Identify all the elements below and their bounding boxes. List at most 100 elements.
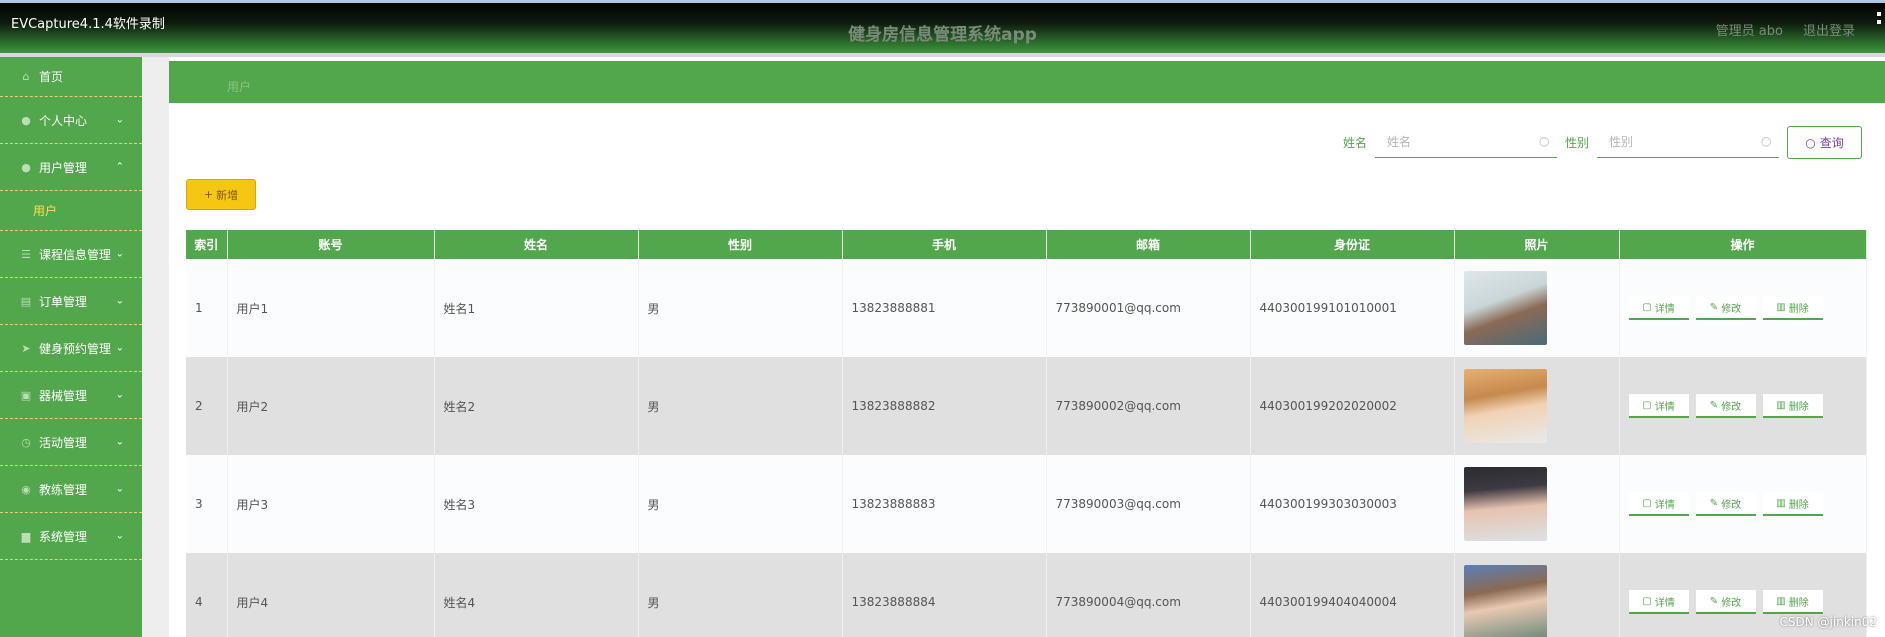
delete-button[interactable]: ▥ 删除 (1762, 590, 1823, 614)
sidebar-item-personal[interactable]: ● 个人中心 ⌄ (0, 97, 142, 144)
home-icon: ⌂ (22, 70, 30, 83)
sidebar-subitem-user[interactable]: 用户 (0, 191, 142, 231)
edit-button[interactable]: ✎ 修改 (1695, 394, 1756, 418)
user-photo (1463, 369, 1547, 443)
delete-button[interactable]: ▥ 删除 (1762, 394, 1823, 418)
trash-icon: ▥ (1776, 301, 1786, 313)
delete-button[interactable]: ▥ 删除 (1762, 296, 1823, 320)
cell-phone: 13823888881 (842, 259, 1047, 357)
cell-ops: ▢ 详情 ✎ 修改 ▥ 删除 (1619, 357, 1867, 455)
delete-button-label: 删除 (1788, 597, 1809, 609)
plus-icon: + (203, 188, 214, 201)
delete-button-label: 删除 (1788, 303, 1809, 315)
more-icon[interactable] (1877, 12, 1881, 24)
edit-button[interactable]: ✎ 修改 (1695, 296, 1756, 320)
sidebar-item-user-management[interactable]: ● 用户管理 ⌃ (0, 144, 142, 191)
list-icon: ☰ (21, 247, 31, 261)
cell-idcard: 440300199101010001 (1250, 259, 1455, 357)
detail-button-label: 详情 (1654, 597, 1675, 609)
detail-button[interactable]: ▢ 详情 (1628, 394, 1689, 418)
detail-button[interactable]: ▢ 详情 (1628, 296, 1689, 320)
sidebar-item-booking[interactable]: ➤ 健身预约管理 ⌄ (0, 325, 142, 372)
edit-button[interactable]: ✎ 修改 (1695, 590, 1756, 614)
column-header[interactable]: 性别 (638, 230, 843, 259)
query-button[interactable]: ○ 查询 (1787, 126, 1862, 159)
chevron-down-icon: ⌄ (115, 483, 124, 495)
detail-button-label: 详情 (1654, 499, 1675, 511)
detail-icon: ▢ (1642, 399, 1652, 411)
cell-name: 姓名3 (434, 455, 639, 553)
app-title: 健身房信息管理系统app (848, 25, 1037, 45)
column-header[interactable]: 姓名 (434, 230, 639, 259)
logout-link[interactable]: 退出登录 (1803, 20, 1855, 39)
cell-gender: 男 (638, 259, 843, 357)
gender-search-input[interactable] (1597, 126, 1779, 158)
detail-button-label: 详情 (1654, 401, 1675, 413)
cell-index: 3 (186, 455, 228, 553)
cell-index: 1 (186, 259, 228, 357)
detail-button-label: 详情 (1654, 303, 1675, 315)
user-table: 索引 账号 姓名 性别 手机 邮箱 身份证 照片 操作 1 用户1 姓名1 男 … (186, 230, 1867, 637)
cell-phone: 13823888882 (842, 357, 1047, 455)
column-header[interactable]: 手机 (842, 230, 1047, 259)
sidebar: ⌂ 首页 ● 个人中心 ⌄ ● 用户管理 ⌃ 用户 ☰ 课程信息管理 ⌄ ▤ 订… (0, 57, 142, 637)
column-header[interactable]: 身份证 (1250, 230, 1455, 259)
column-header[interactable]: 索引 (186, 230, 228, 259)
name-search-input[interactable] (1375, 126, 1557, 158)
column-header[interactable]: 照片 (1454, 230, 1620, 259)
sidebar-item-equipment[interactable]: ▣ 器械管理 ⌄ (0, 372, 142, 419)
column-header[interactable]: 账号 (227, 230, 435, 259)
search-icon: ○ (1539, 134, 1550, 148)
user-photo (1463, 565, 1547, 637)
detail-icon: ▢ (1642, 301, 1652, 313)
edit-icon: ✎ (1709, 399, 1719, 411)
edit-button[interactable]: ✎ 修改 (1695, 492, 1756, 516)
cell-phone: 13823888883 (842, 455, 1047, 553)
detail-button[interactable]: ▢ 详情 (1628, 492, 1689, 516)
cell-ops: ▢ 详情 ✎ 修改 ▥ 删除 (1619, 259, 1867, 357)
cell-name: 姓名1 (434, 259, 639, 357)
column-header[interactable]: 操作 (1619, 230, 1867, 259)
sidebar-item-coach[interactable]: ◉ 教练管理 ⌄ (0, 466, 142, 513)
sidebar-item-label: 器械管理 (39, 388, 88, 403)
trash-icon: ▥ (1776, 595, 1786, 607)
chevron-down-icon: ⌄ (115, 295, 124, 307)
chevron-down-icon: ⌄ (115, 342, 124, 354)
column-header[interactable]: 邮箱 (1046, 230, 1251, 259)
sidebar-item-home[interactable]: ⌂ 首页 (0, 57, 142, 97)
cell-index: 4 (186, 553, 228, 637)
table-row: 4 用户4 姓名4 男 13823888884 773890004@qq.com… (186, 553, 1867, 637)
delete-button[interactable]: ▥ 删除 (1762, 492, 1823, 516)
cell-index: 2 (186, 357, 228, 455)
sidebar-item-label: 个人中心 (39, 113, 88, 128)
breadcrumb-bar: 用户 (169, 61, 1885, 103)
sidebar-item-order[interactable]: ▤ 订单管理 ⌄ (0, 278, 142, 325)
coach-icon: ◉ (21, 482, 31, 496)
order-icon: ▤ (20, 294, 32, 308)
cell-ops: ▢ 详情 ✎ 修改 ▥ 删除 (1619, 455, 1867, 553)
sidebar-item-label: 用户管理 (39, 160, 88, 175)
cell-name: 姓名4 (434, 553, 639, 637)
search-icon: ○ (1805, 135, 1816, 150)
cell-account: 用户3 (227, 455, 435, 553)
sidebar-item-system[interactable]: ▆ 系统管理 ⌄ (0, 513, 142, 560)
sidebar-item-activity[interactable]: ◷ 活动管理 ⌄ (0, 419, 142, 466)
search-icon: ○ (1761, 134, 1772, 148)
query-button-label: 查询 (1819, 136, 1844, 150)
cell-idcard: 440300199404040004 (1250, 553, 1455, 637)
cell-gender: 男 (638, 357, 843, 455)
sidebar-item-course[interactable]: ☰ 课程信息管理 ⌄ (0, 231, 142, 278)
detail-icon: ▢ (1642, 497, 1652, 509)
edit-button-label: 修改 (1721, 401, 1742, 413)
edit-button-label: 修改 (1721, 499, 1742, 511)
cell-gender: 男 (638, 553, 843, 637)
trash-icon: ▥ (1776, 497, 1786, 509)
detail-button[interactable]: ▢ 详情 (1628, 590, 1689, 614)
sidebar-item-label: 用户 (33, 204, 58, 218)
cell-email: 773890004@qq.com (1046, 553, 1251, 637)
add-button[interactable]: + 新增 (186, 179, 256, 210)
admin-label: 管理员 abo (1715, 24, 1783, 39)
cell-idcard: 440300199202020002 (1250, 357, 1455, 455)
cell-gender: 男 (638, 455, 843, 553)
gender-label: 性别 (1565, 136, 1590, 150)
